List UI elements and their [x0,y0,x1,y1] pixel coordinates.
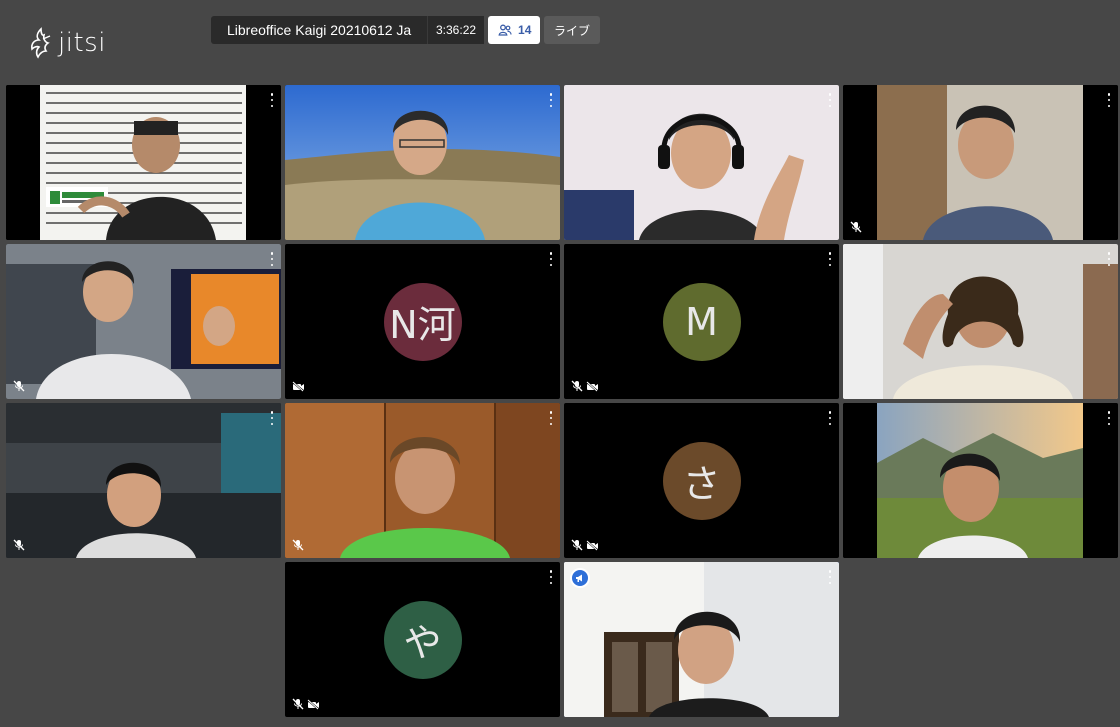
more-vertical-icon[interactable] [548,93,554,107]
avatar-initials: M [685,299,718,344]
megaphone-icon [570,568,590,588]
avatar: M [662,282,741,361]
live-stream-button[interactable]: ライブ [544,16,601,44]
participant-tile[interactable]: さ [564,403,839,558]
status-indicators [292,539,304,551]
camera-off-icon [586,539,599,551]
more-vertical-icon[interactable] [1106,252,1112,266]
participant-tile[interactable] [6,244,281,399]
participant-tile[interactable]: M [564,244,839,399]
conference-title: Libreoffice Kaigi 20210612 Ja [211,16,427,44]
more-vertical-icon[interactable] [548,570,554,584]
mic-off-icon [13,380,25,392]
jitsi-bird-icon [31,27,51,59]
participant-tile[interactable] [6,403,281,558]
participant-tile[interactable] [285,85,560,240]
avatar-initials: や [403,621,442,665]
more-vertical-icon[interactable] [548,411,554,425]
video-feed [564,85,839,240]
avatar: や [383,600,462,679]
status-indicators [571,539,599,551]
more-vertical-icon[interactable] [269,252,275,266]
mic-off-icon [571,380,583,392]
video-feed [843,244,1118,399]
camera-off-icon [292,381,305,392]
participant-tile[interactable] [6,85,281,240]
video-feed [285,85,560,240]
participant-tile[interactable] [843,403,1118,558]
avatar-initials: N河 [389,303,456,347]
participant-tile[interactable]: や [285,562,560,717]
participant-tile-dominant-speaker[interactable] [564,562,839,717]
more-vertical-icon[interactable] [827,252,833,266]
mic-off-icon [292,539,304,551]
more-vertical-icon[interactable] [269,411,275,425]
avatar: さ [662,441,741,520]
participants-button[interactable]: 14 [488,16,541,44]
camera-off-icon [307,698,320,710]
empty-slot [6,562,281,717]
status-indicators [292,698,320,710]
mic-off-icon [571,539,583,551]
video-feed [843,85,1118,240]
conference-timer: 3:36:22 [427,16,485,44]
more-vertical-icon[interactable] [1106,411,1112,425]
participant-tile[interactable] [843,244,1118,399]
more-vertical-icon[interactable] [827,570,833,584]
video-feed [285,403,560,558]
participant-tile[interactable]: N河 [285,244,560,399]
video-feed [843,403,1118,558]
participant-tile[interactable] [843,85,1118,240]
status-indicators [571,380,599,392]
video-feed [6,85,281,240]
video-feed [6,403,281,558]
more-vertical-icon[interactable] [827,411,833,425]
camera-off-icon [586,380,599,392]
more-vertical-icon[interactable] [827,93,833,107]
mic-off-icon [850,221,862,233]
video-feed [6,244,281,399]
more-vertical-icon[interactable] [548,252,554,266]
jitsi-logo[interactable]: jitsi [28,26,106,60]
avatar: N河 [383,282,462,361]
mic-off-icon [13,539,25,551]
status-indicators [13,539,25,551]
video-grid: N河 M さ や [6,85,1118,717]
status-indicators [850,221,862,233]
logo-text: jitsi [58,28,106,58]
more-vertical-icon[interactable] [1106,93,1112,107]
participant-tile[interactable] [285,403,560,558]
empty-slot [843,562,1118,717]
avatar-initials: さ [682,462,721,506]
people-icon [498,24,512,36]
video-feed [564,562,839,717]
more-vertical-icon[interactable] [269,93,275,107]
status-indicators [13,380,25,392]
mic-off-icon [292,698,304,710]
status-indicators [292,381,305,392]
participant-tile[interactable] [564,85,839,240]
participant-count: 14 [518,23,532,37]
conference-header: Libreoffice Kaigi 20210612 Ja 3:36:22 14… [211,16,601,44]
